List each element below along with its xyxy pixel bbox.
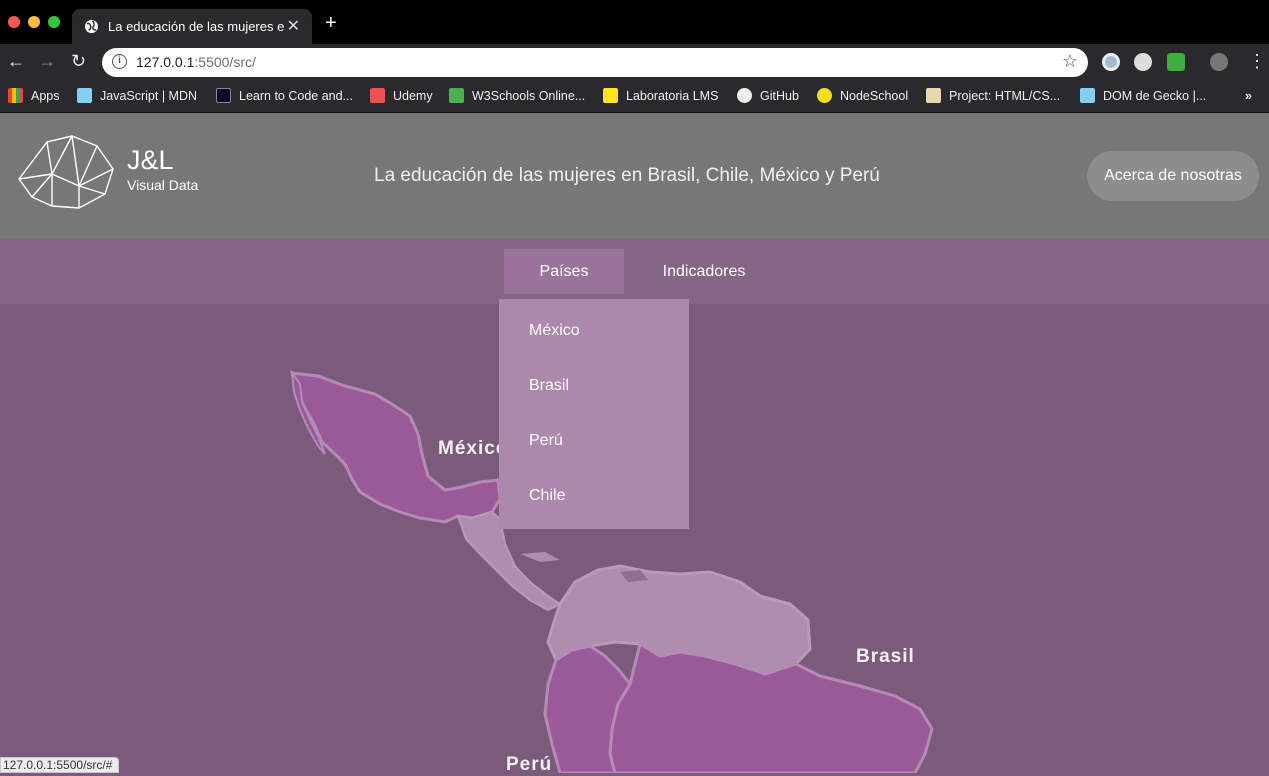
about-us-button[interactable]: Acerca de nosotras: [1087, 151, 1259, 201]
browser-tab-bar: La educación de las mujeres en Brasil, C…: [0, 0, 1269, 44]
brand-name: J&L: [127, 145, 174, 175]
project-icon: [926, 88, 941, 103]
url-text: 127.0.0.1:5500/src/: [136, 54, 256, 70]
tab-title: La educación de las mujeres en Brasil, C…: [108, 19, 284, 34]
dropdown-item-peru[interactable]: Perú: [529, 432, 563, 450]
address-bar[interactable]: i 127.0.0.1:5500/src/ ☆: [102, 48, 1088, 77]
download-extension-icon[interactable]: [1134, 53, 1152, 71]
bookmarks-bar: Apps JavaScript | MDN Learn to Code and.…: [0, 80, 1269, 113]
freecodecamp-icon: [216, 88, 231, 103]
nodeschool-icon: [817, 88, 832, 103]
bookmark-freecodecamp[interactable]: Learn to Code and...: [216, 87, 353, 105]
page-title: La educación de las mujeres en Brasil, C…: [374, 165, 880, 186]
nav-indicators[interactable]: Indicadores: [644, 249, 764, 294]
globe-icon: [84, 19, 99, 34]
dropdown-item-mexico[interactable]: México: [529, 322, 580, 340]
bookmark-github[interactable]: GitHub: [737, 87, 799, 105]
close-window-button[interactable]: [8, 16, 20, 28]
map-label-brasil: Brasil: [856, 646, 915, 667]
nav-countries[interactable]: Países: [504, 249, 624, 294]
mdn-icon: [77, 88, 92, 103]
bookmark-mdn[interactable]: JavaScript | MDN: [77, 87, 197, 105]
back-icon[interactable]: ←: [7, 51, 25, 72]
bookmark-udemy[interactable]: Udemy: [370, 87, 433, 105]
dropdown-item-chile[interactable]: Chile: [529, 487, 565, 505]
browser-tab[interactable]: La educación de las mujeres en Brasil, C…: [72, 9, 312, 44]
udemy-icon: [370, 88, 385, 103]
site-header: J&L Visual Data La educación de las muje…: [0, 113, 1269, 239]
github-icon: [737, 88, 752, 103]
more-bookmarks-icon[interactable]: »: [1245, 87, 1252, 105]
status-bar-url: 127.0.0.1:5500/src/#: [0, 757, 120, 773]
maximize-window-button[interactable]: [48, 16, 60, 28]
bookmark-project[interactable]: Project: HTML/CS...: [926, 87, 1060, 105]
caribbean-island-shape: [520, 552, 560, 562]
mdn-icon: [1080, 88, 1095, 103]
bookmark-laboratoria[interactable]: Laboratoria LMS: [603, 87, 718, 105]
bookmark-nodeschool[interactable]: NodeSchool: [817, 87, 908, 105]
bookmark-dom-gecko[interactable]: DOM de Gecko |...: [1080, 87, 1206, 105]
bookmark-w3schools[interactable]: W3Schools Online...: [449, 87, 585, 105]
extension-icon[interactable]: [1102, 53, 1120, 71]
new-tab-button[interactable]: +: [325, 13, 337, 33]
tab-close-icon[interactable]: ✕: [287, 16, 300, 36]
w3schools-icon: [449, 88, 464, 103]
forward-icon[interactable]: →: [38, 51, 56, 72]
profile-avatar[interactable]: [1210, 53, 1228, 71]
bookmark-apps[interactable]: Apps: [8, 87, 60, 105]
countries-dropdown: México Brasil Perú Chile: [499, 299, 689, 529]
laboratoria-icon: [603, 88, 618, 103]
bookmark-star-icon[interactable]: ☆: [1062, 51, 1078, 72]
site-info-icon[interactable]: i: [112, 54, 127, 69]
main-nav: Países Indicadores: [0, 239, 1269, 304]
minimize-window-button[interactable]: [28, 16, 40, 28]
map-label-mexico: México: [438, 438, 509, 459]
apps-grid-icon: [8, 88, 23, 103]
brand-subtitle: Visual Data: [127, 177, 199, 193]
browser-toolbar: ← → ↻ i 127.0.0.1:5500/src/ ☆ ⋮: [0, 44, 1269, 80]
extension-badge-icon[interactable]: [1167, 53, 1185, 71]
reload-icon[interactable]: ↻: [71, 51, 86, 72]
menu-icon[interactable]: ⋮: [1248, 51, 1266, 72]
polygon-logo-icon: [18, 135, 114, 209]
dropdown-item-brasil[interactable]: Brasil: [529, 377, 569, 395]
